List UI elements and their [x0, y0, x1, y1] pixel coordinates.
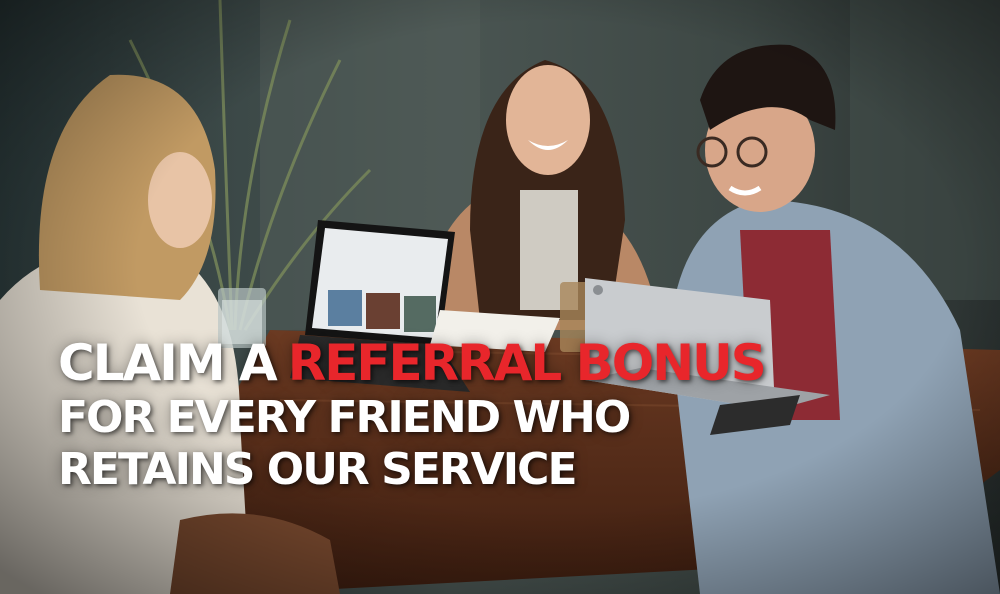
headline-line-3: RETAINS OUR SERVICE [58, 444, 578, 495]
promo-headline: CLAIM A REFERRAL BONUS FOR EVERY FRIEND W… [58, 338, 767, 500]
headline-referral-bonus-text: REFERRAL BONUS [287, 334, 767, 392]
photo-background [0, 0, 1000, 594]
headline-line-2: FOR EVERY FRIEND WHO [58, 392, 631, 443]
headline-claim-text: CLAIM A [58, 334, 278, 392]
headline-line-1: CLAIM A REFERRAL BONUS [58, 338, 767, 388]
